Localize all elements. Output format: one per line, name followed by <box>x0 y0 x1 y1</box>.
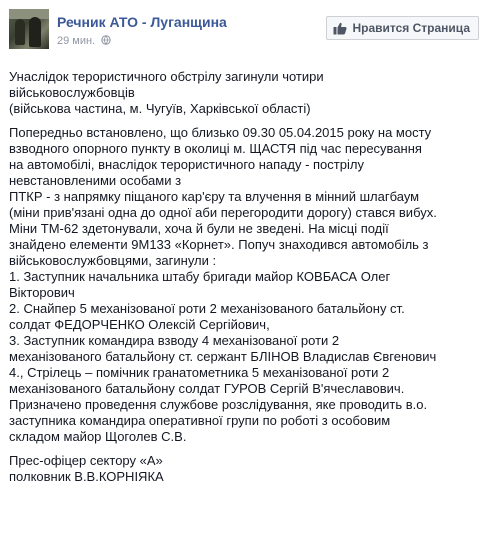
post-paragraph: Попередньо встановлено, що близько 09.30… <box>9 125 479 445</box>
globe-icon <box>101 35 111 45</box>
post-text-line: солдат ФЕДОРЧЕНКО Олексій Сергійович, <box>9 317 270 332</box>
page-avatar[interactable] <box>9 9 49 49</box>
post-text-line: заступника командира оперативної групи п… <box>9 413 391 428</box>
post-text-line: 3. Заступник командира взводу 4 механізо… <box>9 333 340 348</box>
thumbs-up-icon <box>333 22 348 34</box>
post-text-line: Міни ТМ-62 здетонували, хоча й були не з… <box>9 221 389 236</box>
post-header: Речник АТО - Луганщина 29 мин. Нравится … <box>9 9 479 55</box>
post-text-line: військовослужбовцями, загинули : <box>9 253 217 268</box>
post-text-line: військовослужбовців <box>9 85 135 100</box>
post-text-line: Унаслідок терористичного обстрілу загину… <box>9 69 324 84</box>
post-text-line: механізованого батальйону солдат ГУРОВ С… <box>9 381 405 396</box>
post-paragraph: Прес-офіцер сектору «А» полковник В.В.КОР… <box>9 453 479 485</box>
like-page-button[interactable]: Нравится Страница <box>326 16 479 40</box>
post-text-line: (військова частина, м. Чугуїв, Харківськ… <box>9 101 311 116</box>
post-meta: 29 мин. <box>57 35 111 47</box>
post-body: Унаслідок терористичного обстрілу загину… <box>9 69 479 493</box>
like-page-label: Нравится Страница <box>352 21 470 35</box>
post-text-line: 4., Стрілець – помічник гранатометника 5… <box>9 365 390 380</box>
post-text-line: (міни прив'язані одна до одної аби перег… <box>9 205 437 220</box>
post-text-line: взводного опорного пункту в околиці м. Щ… <box>9 141 422 156</box>
post-text-line: 1. Заступник начальника штабу бригади ма… <box>9 269 391 284</box>
post-timestamp[interactable]: 29 мин. <box>57 35 95 47</box>
page-name-link[interactable]: Речник АТО - Луганщина <box>57 14 227 30</box>
facebook-post: Речник АТО - Луганщина 29 мин. Нравится … <box>0 0 485 557</box>
post-text-line: Призначено проведення службове розслідув… <box>9 397 428 412</box>
post-text-line: 2. Снайпер 5 механізованої роти 2 механі… <box>9 301 405 316</box>
post-text-line: ПТКР - з напрямку піщаного кар'єру та вл… <box>9 189 420 204</box>
post-text-line: знайдено елементи 9М133 «Корнет». Попуч … <box>9 237 429 252</box>
post-text-line: складом майор Щоголев С.В. <box>9 429 187 444</box>
post-text-line: невстановленими особами з <box>9 173 182 188</box>
post-paragraph: Унаслідок терористичного обстрілу загину… <box>9 69 479 117</box>
post-text-line: полковник В.В.КОРНІЯКА <box>9 469 164 484</box>
post-text-line: на автомобілі, внаслідок терористичного … <box>9 157 364 172</box>
post-text-line: механізованого батальйону ст. сержант БЛ… <box>9 349 437 364</box>
post-text-line: Попередньо встановлено, що близько 09.30… <box>9 125 432 140</box>
post-text-line: Вікторович <box>9 285 75 300</box>
post-text-line: Прес-офіцер сектору «А» <box>9 453 163 468</box>
